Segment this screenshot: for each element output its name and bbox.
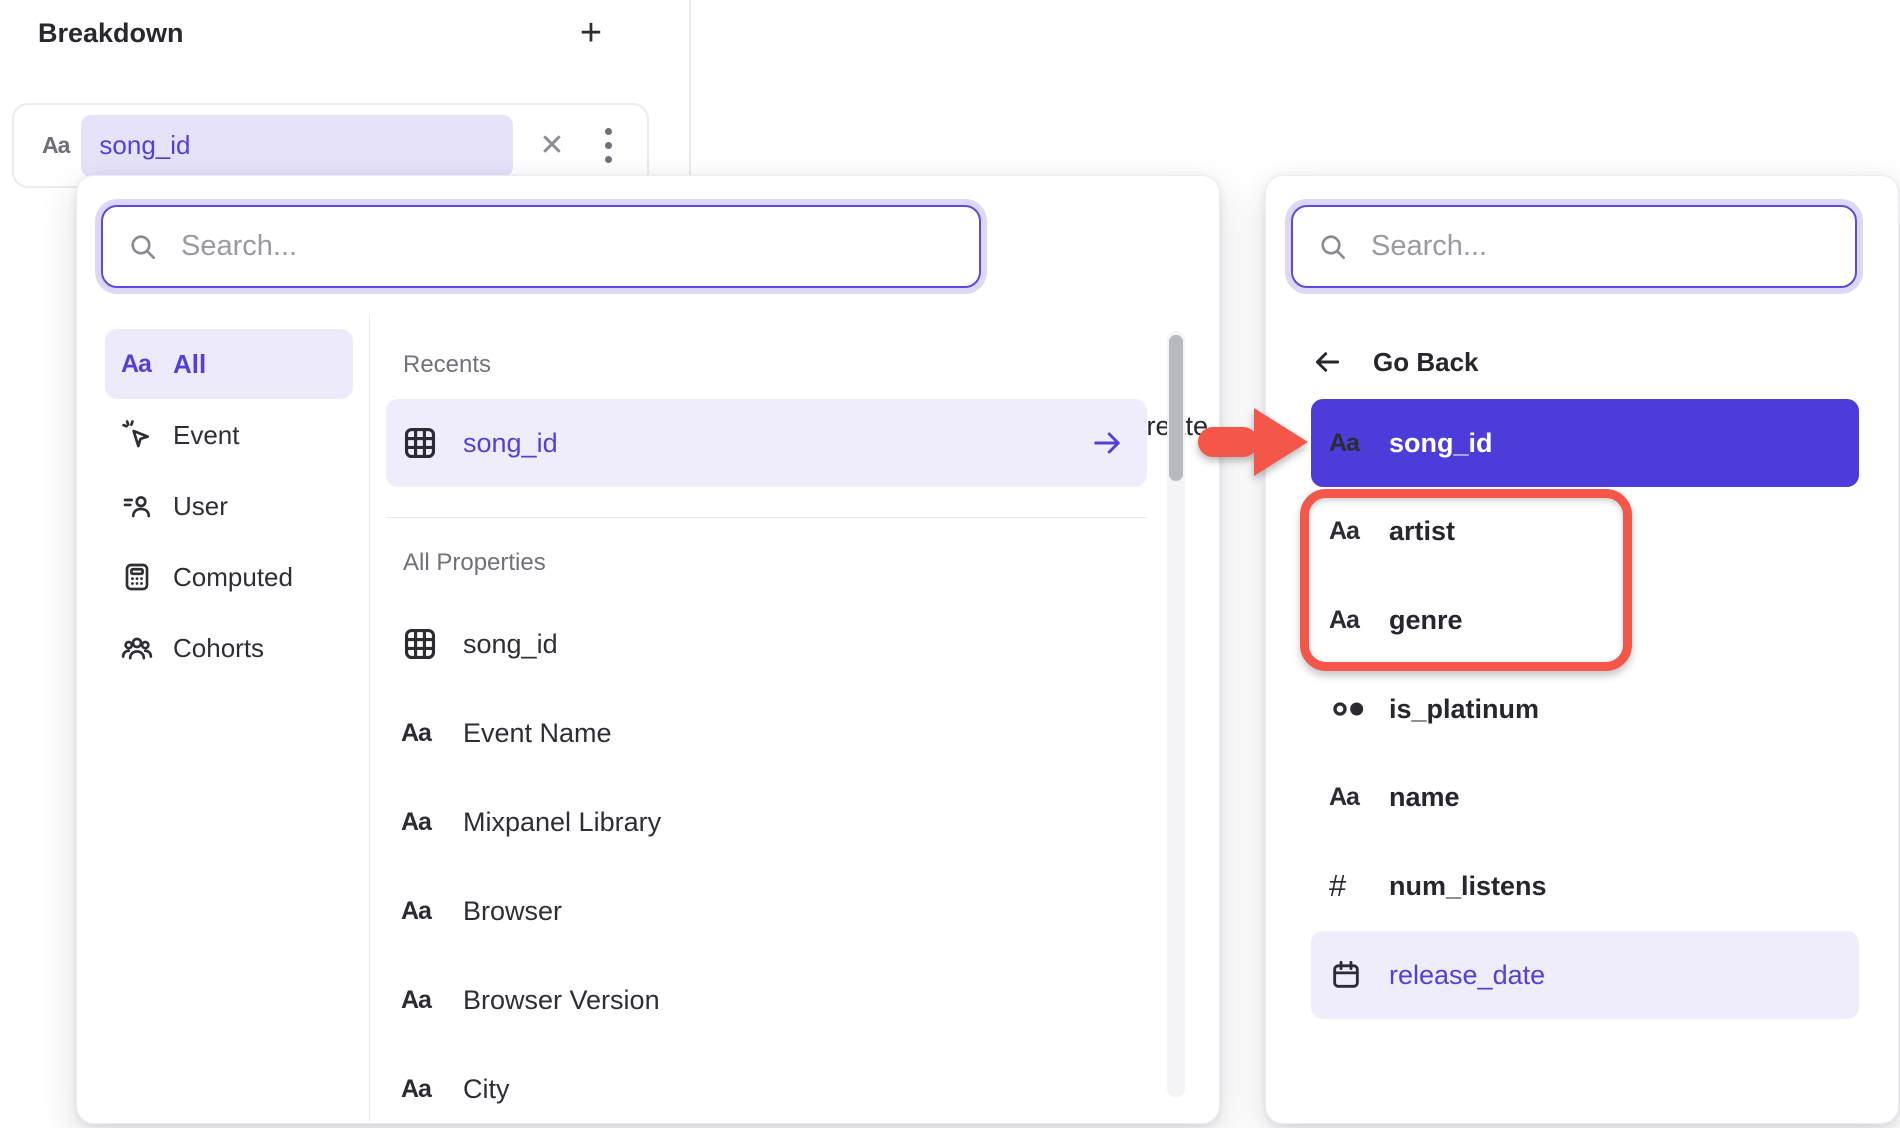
boolean-type-icon — [1329, 689, 1389, 729]
table-grid-icon — [401, 625, 463, 663]
text-type-icon: Aa — [401, 1075, 463, 1104]
category-event[interactable]: Event — [105, 400, 353, 470]
calculator-icon — [121, 561, 173, 593]
arrow-right-icon — [1089, 425, 1125, 461]
screenshot-root: Breakdown + Aa song_id ✕ + Create Aa All — [0, 0, 1900, 1128]
panel-divider — [369, 313, 370, 1122]
value-row-release_date[interactable]: release_date — [1311, 931, 1859, 1019]
breakdown-panel-border — [689, 0, 691, 178]
user-icon — [121, 490, 173, 522]
property-row-browser[interactable]: Aa Browser — [386, 867, 1147, 955]
value-row-name[interactable]: Aa name — [1311, 753, 1859, 841]
text-type-icon: Aa — [401, 986, 463, 1015]
cohorts-icon — [121, 632, 173, 664]
property-picker-panel: + Create Aa All Event — [76, 175, 1220, 1124]
section-divider — [386, 517, 1147, 518]
recent-property-song_id[interactable]: song_id — [386, 399, 1147, 487]
left-search-input[interactable] — [179, 229, 959, 264]
text-type-icon: Aa — [401, 808, 463, 837]
date-type-icon — [1329, 958, 1389, 992]
left-search-box[interactable] — [101, 205, 981, 288]
number-type-icon: # — [1329, 868, 1389, 904]
category-cohorts[interactable]: Cohorts — [105, 613, 353, 683]
search-icon — [1317, 231, 1349, 263]
text-type-icon: Aa — [401, 897, 463, 926]
right-search-input[interactable] — [1369, 229, 1835, 264]
search-icon — [127, 231, 159, 263]
value-row-num_listens[interactable]: # num_listens — [1311, 842, 1859, 930]
remove-breakdown-icon[interactable]: ✕ — [539, 128, 564, 163]
arrow-left-icon — [1311, 346, 1373, 378]
value-row-is_platinum[interactable]: is_platinum — [1311, 665, 1859, 753]
category-computed[interactable]: Computed — [105, 542, 353, 612]
category-all[interactable]: Aa All — [105, 329, 353, 399]
event-icon — [121, 419, 173, 451]
annotation-arrow-icon — [1196, 404, 1310, 480]
value-row-song_id-selected[interactable]: Aa song_id — [1311, 399, 1859, 487]
all-properties-heading: All Properties — [403, 549, 546, 577]
annotation-highlight-box — [1300, 489, 1632, 671]
category-user[interactable]: User — [105, 471, 353, 541]
right-search-box[interactable] — [1291, 205, 1857, 288]
property-row-mixpanel-library[interactable]: Aa Mixpanel Library — [386, 778, 1147, 866]
breakdown-chip-value: song_id — [99, 130, 190, 161]
go-back-button[interactable]: Go Back — [1311, 331, 1611, 393]
text-type-icon: Aa — [401, 719, 463, 748]
text-type-icon: Aa — [1329, 429, 1389, 458]
recents-heading: Recents — [403, 351, 491, 379]
property-row-event-name[interactable]: Aa Event Name — [386, 689, 1147, 777]
text-type-icon: Aa — [1329, 783, 1389, 812]
text-type-icon: Aa — [42, 132, 69, 159]
table-grid-icon — [401, 424, 463, 462]
breakdown-title: Breakdown — [38, 18, 184, 49]
chip-menu-icon[interactable] — [605, 128, 612, 163]
text-type-icon: Aa — [121, 350, 173, 379]
scrollbar-thumb[interactable] — [1169, 335, 1183, 481]
breakdown-chip-value-field[interactable]: song_id — [81, 115, 513, 177]
property-row-song_id[interactable]: song_id — [386, 600, 1147, 688]
property-row-browser-version[interactable]: Aa Browser Version — [386, 956, 1147, 1044]
add-breakdown-button[interactable]: + — [568, 10, 614, 56]
property-row-city[interactable]: Aa City — [386, 1045, 1147, 1128]
